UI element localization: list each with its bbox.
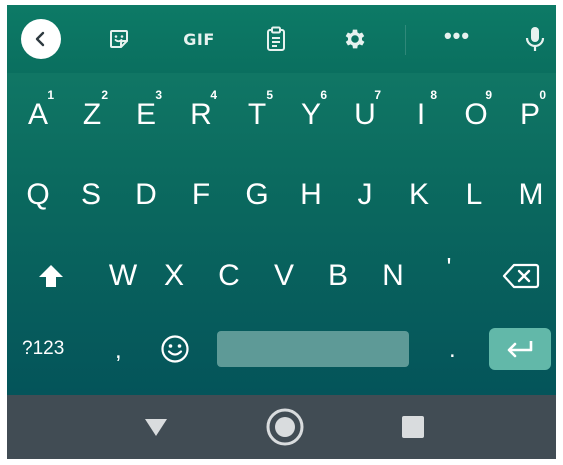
key-s[interactable]: S (67, 165, 115, 225)
key-h[interactable]: H (287, 165, 335, 225)
key-t[interactable]: T5 (233, 85, 281, 145)
symbols-key[interactable]: ?123 (22, 338, 64, 360)
shift-key[interactable] (27, 246, 75, 306)
key-k[interactable]: K (395, 165, 443, 225)
triangle-back-icon (145, 419, 167, 436)
shift-arrow-icon (39, 265, 63, 287)
clipboard-button[interactable] (256, 19, 296, 59)
gif-button[interactable]: GIF (175, 19, 223, 59)
more-button[interactable]: ••• (435, 19, 479, 59)
chevron-left-icon (35, 31, 45, 47)
key-e[interactable]: E3 (122, 85, 170, 145)
toolbar-divider (405, 25, 406, 55)
key-n[interactable]: N (369, 246, 417, 306)
backspace-icon (502, 263, 540, 289)
key-v[interactable]: V (260, 246, 308, 306)
key-q[interactable]: Q (14, 165, 62, 225)
nav-recents-button[interactable] (393, 407, 433, 447)
keyboard: GIF ••• A 1 Z 2 E 3 R 4 T 5 Y 6 U 7 I 8 … (7, 5, 556, 395)
smiley-icon (161, 335, 189, 363)
key-z[interactable]: Z2 (68, 85, 116, 145)
key-c[interactable]: C (205, 246, 253, 306)
sticker-icon (110, 30, 128, 48)
key-f[interactable]: F (177, 165, 225, 225)
key-p[interactable]: P0 (506, 85, 554, 145)
key-y[interactable]: Y6 (287, 85, 335, 145)
enter-key[interactable] (489, 328, 551, 370)
keyboard-toolbar: GIF ••• (7, 5, 556, 73)
nav-back-button[interactable] (136, 407, 176, 447)
enter-arrow-icon (507, 341, 533, 358)
key-b[interactable]: B (314, 246, 362, 306)
key-x[interactable]: X (150, 246, 198, 306)
key-d[interactable]: D (122, 165, 170, 225)
key-l[interactable]: L (450, 165, 498, 225)
clipboard-icon (267, 26, 285, 51)
emoji-key[interactable] (151, 321, 199, 377)
home-circle-icon (266, 408, 304, 446)
sticker-button[interactable] (99, 19, 139, 59)
key-m[interactable]: M (507, 165, 555, 225)
nav-home-button[interactable] (265, 407, 305, 447)
space-bar[interactable] (217, 331, 409, 367)
key-g[interactable]: G (233, 165, 281, 225)
more-icon: ••• (443, 23, 471, 48)
comma-key[interactable]: , (115, 337, 122, 365)
voice-input-button[interactable] (515, 19, 555, 59)
gif-label: GIF (183, 29, 215, 49)
microphone-icon (525, 27, 545, 51)
gear-icon (345, 29, 365, 49)
key-w[interactable]: W (99, 246, 147, 306)
backspace-key[interactable] (497, 246, 545, 306)
collapse-toolbar-button[interactable] (21, 19, 61, 59)
system-navigation-bar (7, 395, 556, 459)
screen: GIF ••• A 1 Z 2 E 3 R 4 T 5 Y 6 U 7 I 8 … (7, 5, 556, 459)
key-a[interactable]: A1 (14, 85, 62, 145)
period-key[interactable]: . (449, 336, 456, 364)
key-r[interactable]: R4 (177, 85, 225, 145)
key-o[interactable]: O9 (452, 85, 500, 145)
key-u[interactable]: U7 (341, 85, 389, 145)
key-j[interactable]: J (341, 165, 389, 225)
square-recents-icon (402, 416, 424, 438)
settings-button[interactable] (335, 19, 375, 59)
key-apostrophe[interactable]: ' (425, 246, 473, 306)
key-i[interactable]: I8 (397, 85, 445, 145)
